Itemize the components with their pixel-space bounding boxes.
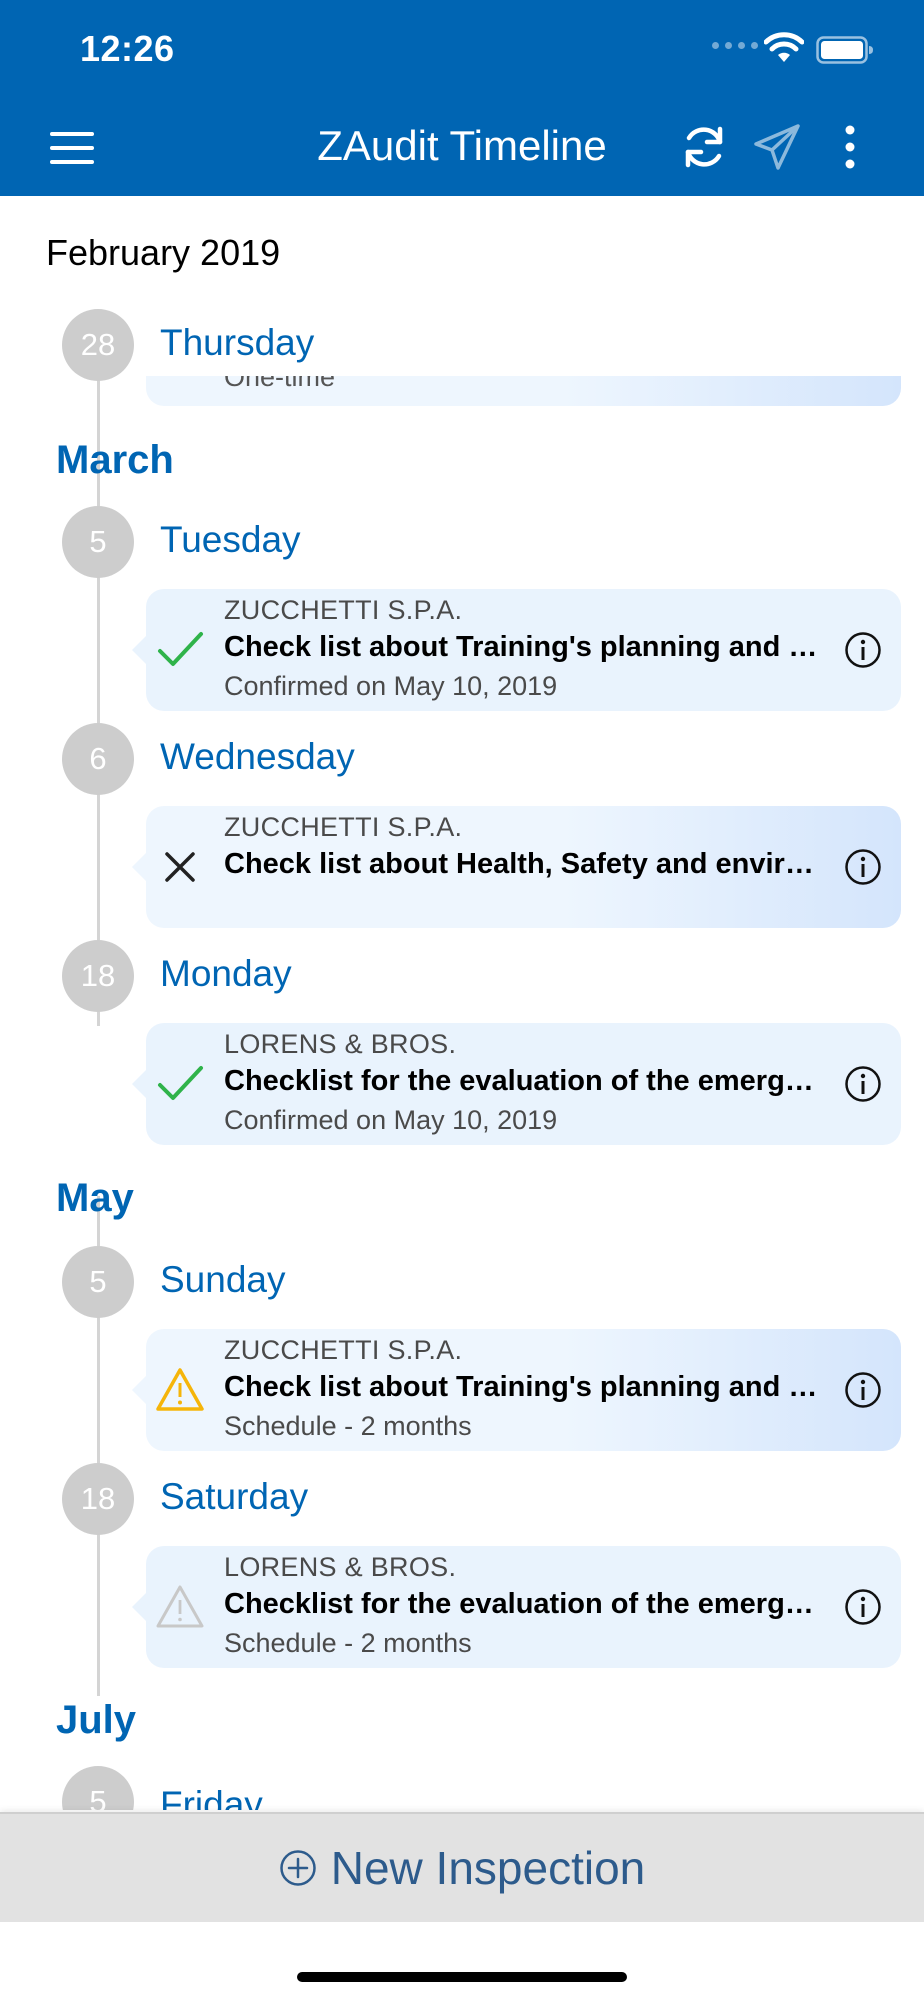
plus-circle-icon [280, 1850, 316, 1886]
checklist-title: Checklist for the evaluation of the emer… [224, 1065, 829, 1097]
check-icon [158, 1066, 203, 1100]
home-indicator[interactable] [297, 1972, 627, 1982]
day-number-badge: 6 [62, 723, 134, 795]
check-icon [158, 632, 203, 666]
checklist-title: Check list about Training's planning and… [224, 631, 829, 663]
info-icon[interactable] [844, 1065, 882, 1103]
info-icon[interactable] [844, 1588, 882, 1626]
company-name: ZUCCHETTI S.P.A. [224, 1335, 463, 1365]
company-name: LORENS & BROS. [224, 1029, 457, 1059]
card-subtitle: One-time [224, 376, 336, 392]
status-bar: 12:26 [0, 0, 924, 100]
checklist-title: Checklist for the evaluation of the emer… [224, 1588, 829, 1620]
timeline-list[interactable]: February 2019 28 Thursday One-time March… [0, 196, 924, 1810]
card-subtitle: Schedule - 2 months [224, 1628, 472, 1658]
inspection-card[interactable]: ZUCCHETTI S.P.A. Check list about Health… [132, 806, 901, 928]
new-inspection-label: New Inspection [330, 1842, 646, 1894]
battery-icon [816, 36, 873, 64]
inspection-card[interactable]: LORENS & BROS. Checklist for the evaluat… [132, 1023, 901, 1145]
bottom-safe-area [0, 1922, 924, 2000]
info-icon[interactable] [844, 848, 882, 886]
send-icon[interactable] [752, 122, 802, 172]
day-name: Wednesday [160, 736, 355, 777]
day-number-badge: 28 [62, 309, 134, 381]
card-subtitle: Confirmed on May 10, 2019 [224, 1105, 558, 1135]
warning-outline-icon [156, 1585, 204, 1628]
company-name: LORENS & BROS. [224, 1552, 457, 1582]
warning-icon [156, 1368, 204, 1411]
checklist-title: Check list about Training's planning and… [224, 1371, 829, 1403]
new-inspection-button[interactable]: New Inspection [0, 1812, 924, 1922]
day-number-badge: 5 [62, 1246, 134, 1318]
day-name: Saturday [160, 1476, 309, 1517]
info-icon[interactable] [844, 631, 882, 669]
day-name: Monday [160, 953, 292, 994]
card-subtitle: Confirmed on May 10, 2019 [224, 671, 558, 701]
company-name: ZUCCHETTI S.P.A. [224, 595, 463, 625]
inspection-card[interactable]: One-time [146, 376, 901, 406]
company-name: ZUCCHETTI S.P.A. [224, 812, 463, 842]
month-header: March [56, 438, 174, 482]
day-name: Sunday [160, 1259, 286, 1300]
refresh-icon[interactable] [680, 122, 728, 172]
month-header: May [56, 1176, 134, 1220]
more-options-icon[interactable] [830, 122, 870, 172]
inspection-card[interactable]: ZUCCHETTI S.P.A. Check list about Traini… [132, 1329, 901, 1451]
day-number-badge: 18 [62, 1463, 134, 1535]
day-number-badge: 5 [62, 506, 134, 578]
wifi-icon [764, 32, 804, 62]
inspection-card[interactable]: LORENS & BROS. Checklist for the evaluat… [132, 1546, 901, 1668]
day-name: Friday [160, 1784, 263, 1810]
cellular-signal-icon [712, 42, 758, 49]
checklist-title: Check list about Health, Safety and envi… [224, 848, 829, 880]
day-number-badge: 18 [62, 940, 134, 1012]
month-header: July [56, 1698, 137, 1742]
inspection-card[interactable]: ZUCCHETTI S.P.A. Check list about Traini… [132, 589, 901, 711]
card-subtitle: Schedule - 2 months [224, 1411, 472, 1441]
day-name: Tuesday [160, 519, 301, 560]
navigation-bar: ZAudit Timeline [0, 100, 924, 196]
info-icon[interactable] [844, 1371, 882, 1409]
year-header: February 2019 [46, 232, 281, 273]
hamburger-menu-icon[interactable] [50, 126, 94, 170]
cross-icon [165, 852, 195, 882]
day-name: Thursday [160, 322, 315, 363]
day-number-badge: 5 [62, 1766, 134, 1810]
status-time: 12:26 [80, 28, 175, 69]
